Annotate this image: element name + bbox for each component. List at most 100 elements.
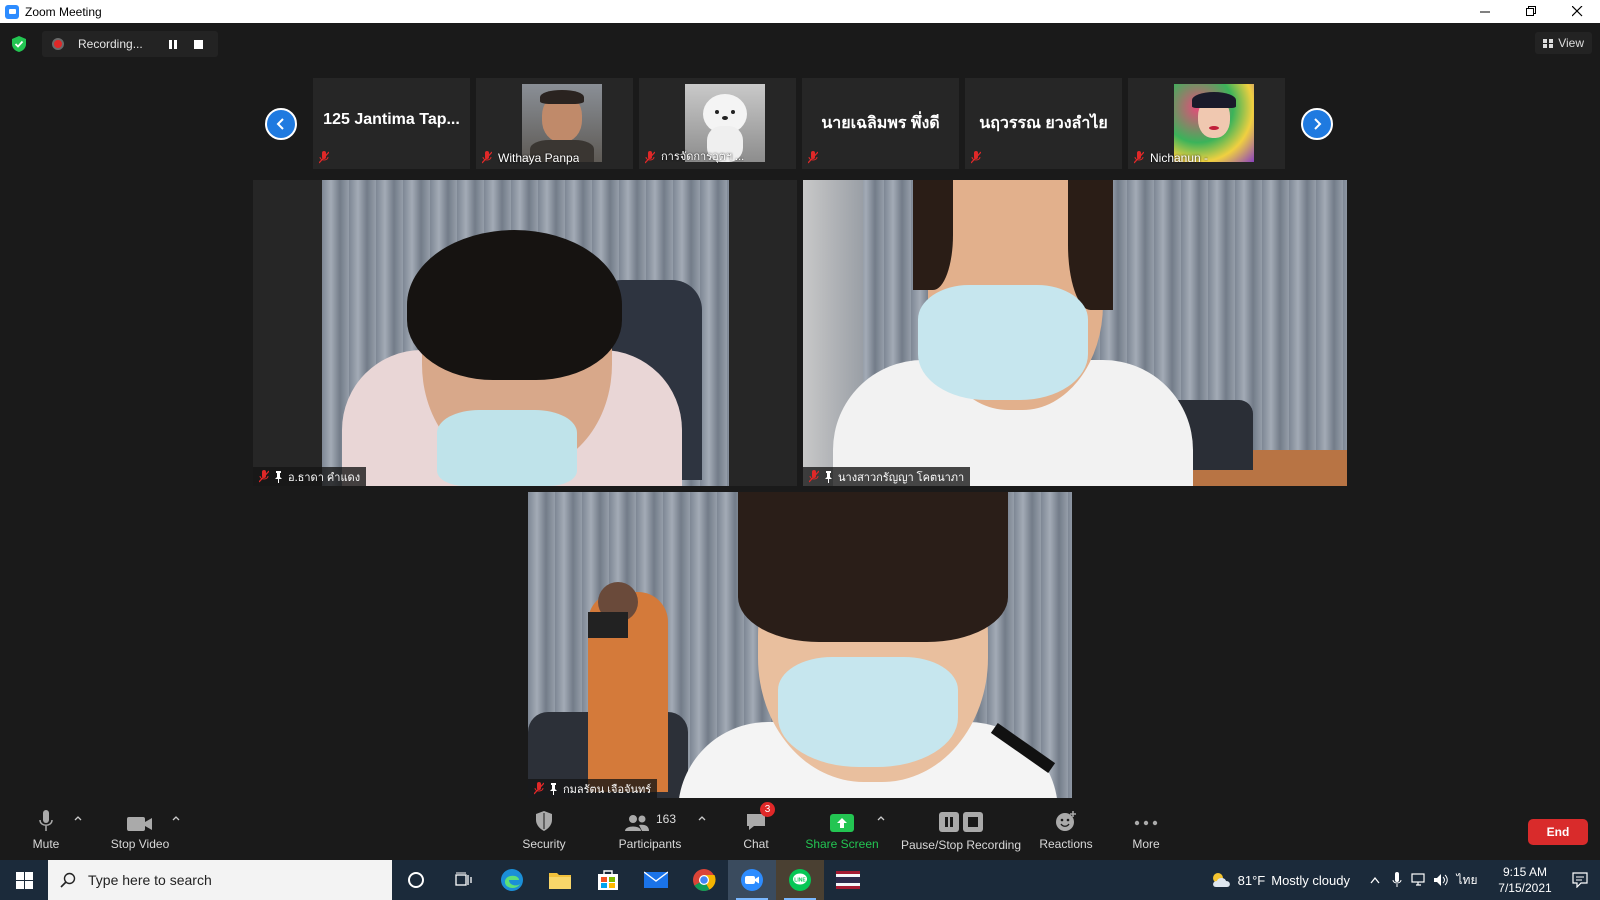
security-button[interactable]: Security [520, 804, 568, 860]
participants-button[interactable]: 163 Participants [616, 804, 684, 860]
stop-video-button[interactable]: Stop Video [106, 804, 174, 860]
share-screen-button[interactable]: Share Screen [805, 804, 879, 860]
folder-icon [549, 873, 571, 889]
restore-button[interactable] [1508, 0, 1554, 23]
muted-mic-icon [319, 151, 329, 164]
video-name-label: นางสาวกรัญญา โคตนาภา [803, 467, 971, 486]
chat-label: Chat [743, 837, 769, 851]
participant-name: นางสาวกรัญญา โคตนาภา [838, 471, 965, 484]
participants-label: Participants [618, 837, 682, 851]
mute-button[interactable]: Mute [24, 804, 68, 860]
audio-options-caret-icon[interactable] [74, 814, 82, 822]
cortana-button[interactable] [392, 860, 440, 900]
video-tile[interactable]: อ.ธาดา คำแดง [253, 180, 797, 486]
chat-button[interactable]: 3 Chat [736, 802, 776, 860]
participant-thumbnail[interactable]: Withaya Panpa [476, 78, 633, 169]
recording-dot-icon [52, 38, 64, 50]
clock-time: 9:15 AM [1502, 865, 1548, 879]
close-icon [1571, 6, 1582, 17]
taskbar-line[interactable]: LINE [776, 860, 824, 900]
participant-thumbnail[interactable]: 125 Jantima Tap... [313, 78, 470, 169]
participant-thumbnail[interactable]: นฤวรรณ ยวงลำไย [965, 78, 1122, 169]
speaker-icon [1434, 874, 1448, 886]
restore-icon [1525, 6, 1536, 16]
video-tile[interactable]: กมลรัตน เจือจันทร์ [528, 492, 1072, 798]
pin-icon [825, 470, 832, 483]
taskbar-chrome[interactable] [680, 860, 728, 900]
gallery-grid-icon [1543, 38, 1554, 48]
participant-video [528, 492, 1072, 798]
start-button[interactable] [0, 860, 48, 900]
taskbar-zoom[interactable] [728, 860, 776, 900]
windows-taskbar: Type here to search LINE 81°F Mostly clo… [0, 860, 1600, 900]
show-hidden-icons-button[interactable] [1364, 876, 1386, 884]
participant-thumbnail[interactable]: การจัดการอุตฯ ... [639, 78, 796, 169]
participant-thumbnail[interactable]: Nichanun - [1128, 78, 1285, 169]
taskbar-flag-app[interactable] [824, 860, 872, 900]
chat-unread-badge: 3 [760, 802, 775, 817]
end-meeting-button[interactable]: End [1528, 819, 1588, 845]
participant-thumbnail[interactable]: นายเฉลิมพร พึ่งดี [802, 78, 959, 169]
taskbar-search-box[interactable]: Type here to search [48, 860, 392, 900]
security-shield-icon [536, 811, 552, 831]
network-icon [1411, 873, 1425, 886]
taskbar-store[interactable] [584, 860, 632, 900]
pin-icon [550, 782, 557, 795]
tray-network[interactable] [1408, 873, 1430, 887]
stop-recording-button[interactable] [194, 39, 203, 49]
reactions-button[interactable]: Reactions [1038, 804, 1094, 860]
weather-widget[interactable]: 81°F Mostly cloudy [1210, 872, 1350, 888]
previous-page-button[interactable] [265, 108, 297, 140]
minimize-button[interactable] [1462, 0, 1508, 23]
participant-name: นายเฉลิมพร พึ่งดี [821, 115, 940, 132]
recording-indicator: Recording... [42, 31, 218, 57]
security-label: Security [522, 837, 566, 851]
task-view-button[interactable] [440, 860, 488, 900]
pause-recording-button[interactable] [166, 37, 180, 51]
participants-count: 163 [655, 812, 677, 826]
edge-browser-icon [501, 869, 523, 891]
minimize-icon [1479, 11, 1490, 13]
tray-volume[interactable] [1430, 873, 1452, 887]
notification-center-button[interactable] [1560, 872, 1600, 888]
task-view-icon [455, 872, 472, 886]
view-button[interactable]: View [1535, 32, 1592, 54]
window-title: Zoom Meeting [25, 4, 102, 19]
video-camera-icon [127, 817, 152, 831]
pause-icon [939, 812, 959, 832]
taskbar-edge[interactable] [488, 860, 536, 900]
participant-name: Nichanun - [1150, 151, 1209, 165]
participant-name: อ.ธาดา คำแดง [288, 471, 361, 484]
participants-icon [624, 815, 649, 831]
tray-microphone[interactable] [1386, 872, 1408, 888]
taskbar-file-explorer[interactable] [536, 860, 584, 900]
mute-label: Mute [32, 837, 60, 851]
next-page-button[interactable] [1301, 108, 1333, 140]
input-language-indicator[interactable]: ไทย [1452, 871, 1482, 890]
muted-mic-icon [645, 151, 655, 164]
taskbar-clock[interactable]: 9:15 AM 7/15/2021 [1490, 864, 1560, 896]
encryption-shield-icon[interactable] [11, 35, 27, 53]
windows-logo-icon [15, 871, 33, 889]
microphone-icon [1392, 872, 1402, 887]
participant-video [322, 180, 729, 486]
reaction-smiley-icon [1056, 811, 1076, 831]
reactions-label: Reactions [1039, 837, 1093, 851]
share-options-caret-icon[interactable] [877, 814, 885, 822]
search-icon [60, 872, 76, 888]
video-options-caret-icon[interactable] [172, 814, 180, 822]
more-button[interactable]: More [1126, 804, 1166, 860]
close-button[interactable] [1554, 0, 1600, 23]
svg-text:LINE: LINE [794, 878, 806, 884]
muted-mic-icon [482, 151, 492, 164]
taskbar-mail[interactable] [632, 860, 680, 900]
participants-options-caret-icon[interactable] [698, 814, 706, 822]
chevron-up-icon [1370, 876, 1380, 884]
clock-date: 7/15/2021 [1498, 881, 1552, 895]
video-name-label: อ.ธาดา คำแดง [253, 467, 367, 486]
pause-stop-recording-button[interactable]: Pause/Stop Recording [898, 804, 1024, 860]
weather-description: Mostly cloudy [1271, 872, 1350, 888]
search-placeholder: Type here to search [88, 872, 212, 888]
video-tile[interactable]: นางสาวกรัญญา โคตนาภา [803, 180, 1347, 486]
flag-icon [836, 871, 860, 889]
